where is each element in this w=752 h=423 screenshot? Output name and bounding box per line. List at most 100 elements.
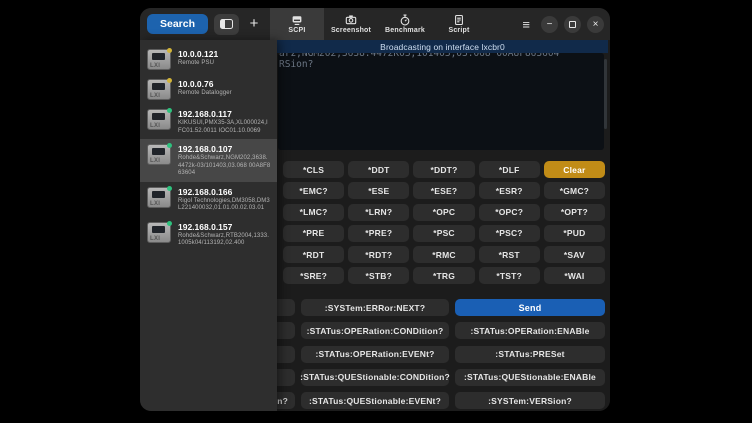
terminal-icon — [291, 14, 303, 26]
scpi-command-button[interactable]: *ESE? — [413, 182, 474, 199]
instrument-list-item[interactable]: LXI 192.168.0.117 KIKUSUI,PMX35-3A,XL000… — [140, 104, 277, 139]
broadcast-banner-text: Broadcasting on interface lxcbr0 — [380, 42, 505, 52]
scpi-command-button[interactable]: *LMC? — [283, 204, 344, 221]
scpi-command-grid: *CLS *DDT *DDT? *DLF Clear *EMC? *ESE *E… — [283, 161, 605, 284]
scpi-command-button[interactable]: *PSC? — [479, 225, 540, 242]
search-button[interactable]: Search — [147, 14, 208, 34]
lxi-device-icon: LXI — [147, 109, 171, 130]
scpi-command-button[interactable]: *DLF — [479, 161, 540, 178]
camera-icon — [345, 14, 357, 26]
scpi-command-button[interactable]: *OPC — [413, 204, 474, 221]
status-command-button[interactable]: :STATus:OPERation:ENABle — [455, 322, 605, 339]
sidebar-toggle-button[interactable] — [214, 14, 239, 35]
instrument-list-item[interactable]: LXI 192.168.0.166 Rigol Technologies,DM3… — [140, 182, 277, 217]
scpi-command-button[interactable]: *CLS — [283, 161, 344, 178]
tab-script[interactable]: Script — [432, 8, 486, 40]
scpi-command-button[interactable]: *TRG — [413, 267, 474, 284]
minimize-button[interactable]: − — [541, 16, 558, 33]
console-scrollbar[interactable] — [604, 59, 607, 129]
split-view-icon — [220, 19, 233, 29]
scpi-command-button[interactable]: *STB? — [348, 267, 409, 284]
instrument-address: 192.168.0.107 — [178, 144, 271, 154]
scpi-command-button[interactable]: *DDT? — [413, 161, 474, 178]
instrument-description: Remote PSU — [178, 60, 271, 68]
scpi-command-button[interactable]: *ESE — [348, 182, 409, 199]
status-command-button[interactable]: :STATus:QUEStionable:ENABle — [455, 369, 605, 386]
view-switcher: SCPI Screenshot — [270, 8, 486, 40]
maximize-button[interactable] — [564, 16, 581, 33]
scpi-command-button[interactable]: *RST — [479, 246, 540, 263]
scpi-command-button[interactable]: *RMC — [413, 246, 474, 263]
status-command-button[interactable]: :STATus:QUEStionable:EVENt? — [301, 392, 449, 409]
response-line: RSion? — [279, 59, 604, 70]
instrument-list-item[interactable]: LXI 10.0.0.76 Remote Datalogger — [140, 74, 277, 104]
maximize-icon — [569, 21, 576, 28]
instrument-list-item-selected[interactable]: LXI 192.168.0.107 Rohde&Schwarz,NGM202,3… — [140, 139, 277, 182]
instrument-sidebar: LXI 10.0.0.121 Remote PSU LXI 10.0.0.76 … — [140, 40, 277, 411]
scpi-response-view[interactable]: arz,NGM202,3638.4472K03,101403,03.068 00… — [278, 53, 604, 150]
scpi-command-button[interactable]: *SRE? — [283, 267, 344, 284]
tab-scpi-label: SCPI — [288, 27, 305, 34]
scpi-command-button[interactable]: *PSC — [413, 225, 474, 242]
lxi-device-icon: LXI — [147, 144, 171, 165]
send-button[interactable]: Send — [455, 299, 605, 316]
instrument-description: KIKUSUI,PMX35-3A,XL000024,IFC01.52.0011 … — [178, 120, 271, 135]
scpi-command-button[interactable]: *RDT? — [348, 246, 409, 263]
instrument-list-item[interactable]: LXI 192.168.0.157 Rohde&Schwarz,RTB2004,… — [140, 217, 277, 252]
header-bar: Search + SCPI — [140, 8, 610, 40]
instrument-address: 10.0.0.76 — [178, 79, 271, 89]
status-command-button[interactable]: :STATus:PRESet — [455, 346, 605, 363]
scpi-command-entry[interactable]: :SYSTem:ERRor:NEXT? — [301, 299, 449, 316]
scpi-command-button[interactable]: *PRE — [283, 225, 344, 242]
lxi-badge: LXI — [150, 93, 160, 99]
status-command-button[interactable]: :STATus:QUEStionable:CONDition? — [301, 369, 449, 386]
lxi-badge: LXI — [150, 236, 160, 242]
device-screen — [152, 53, 165, 60]
clear-button[interactable]: Clear — [544, 161, 605, 178]
scpi-command-button[interactable]: *DDT — [348, 161, 409, 178]
scpi-command-button[interactable]: *TST? — [479, 267, 540, 284]
status-command-grid: :SYSTem:ERRor:NEXT? Send :STATus:OPERati… — [240, 299, 605, 409]
status-led — [167, 48, 172, 53]
status-led — [167, 186, 172, 191]
tab-benchmark[interactable]: Benchmark — [378, 8, 432, 40]
status-command-button[interactable]: :SYSTem:VERSion? — [455, 392, 605, 409]
tab-scpi[interactable]: SCPI — [270, 8, 324, 40]
desktop-background: Search + SCPI — [0, 0, 752, 423]
lxi-badge: LXI — [150, 158, 160, 164]
instrument-description: Rohde&Schwarz,RTB2004,1333.1005k04/11319… — [178, 233, 271, 248]
scpi-command-button[interactable]: *ESR? — [479, 182, 540, 199]
status-command-button[interactable]: :STATus:OPERation:CONDition? — [301, 322, 449, 339]
scpi-command-button[interactable]: *PRE? — [348, 225, 409, 242]
tab-script-label: Script — [448, 27, 469, 34]
response-line: arz,NGM202,3638.4472K03,101403,03.068 00… — [279, 53, 604, 59]
instrument-list-item[interactable]: LXI 10.0.0.121 Remote PSU — [140, 44, 277, 74]
device-screen — [152, 148, 165, 155]
scpi-command-button[interactable]: *RDT — [283, 246, 344, 263]
scpi-command-button[interactable]: *PUD — [544, 225, 605, 242]
tab-screenshot-label: Screenshot — [331, 27, 371, 34]
tab-screenshot[interactable]: Screenshot — [324, 8, 378, 40]
header-right-group: ≡ − × — [522, 8, 604, 40]
scpi-command-button[interactable]: *OPT? — [544, 204, 605, 221]
scpi-command-button[interactable]: *WAI — [544, 267, 605, 284]
lxi-badge: LXI — [150, 123, 160, 129]
add-instrument-button[interactable]: + — [245, 15, 263, 33]
search-button-label: Search — [160, 18, 195, 30]
scpi-command-button[interactable]: *EMC? — [283, 182, 344, 199]
device-screen — [152, 113, 165, 120]
script-document-icon — [453, 14, 465, 26]
lxi-device-icon: LXI — [147, 187, 171, 208]
status-led — [167, 221, 172, 226]
status-command-button[interactable]: :STATus:OPERation:EVENt? — [301, 346, 449, 363]
scpi-command-button[interactable]: *SAV — [544, 246, 605, 263]
primary-menu-button[interactable]: ≡ — [522, 17, 530, 32]
scpi-command-button[interactable]: *LRN? — [348, 204, 409, 221]
scpi-command-button[interactable]: *OPC? — [479, 204, 540, 221]
device-screen — [152, 226, 165, 233]
scpi-command-button[interactable]: *GMC? — [544, 182, 605, 199]
minimize-icon: − — [547, 16, 553, 33]
close-button[interactable]: × — [587, 16, 604, 33]
instrument-address: 192.168.0.166 — [178, 187, 271, 197]
hamburger-menu-icon: ≡ — [522, 17, 530, 32]
